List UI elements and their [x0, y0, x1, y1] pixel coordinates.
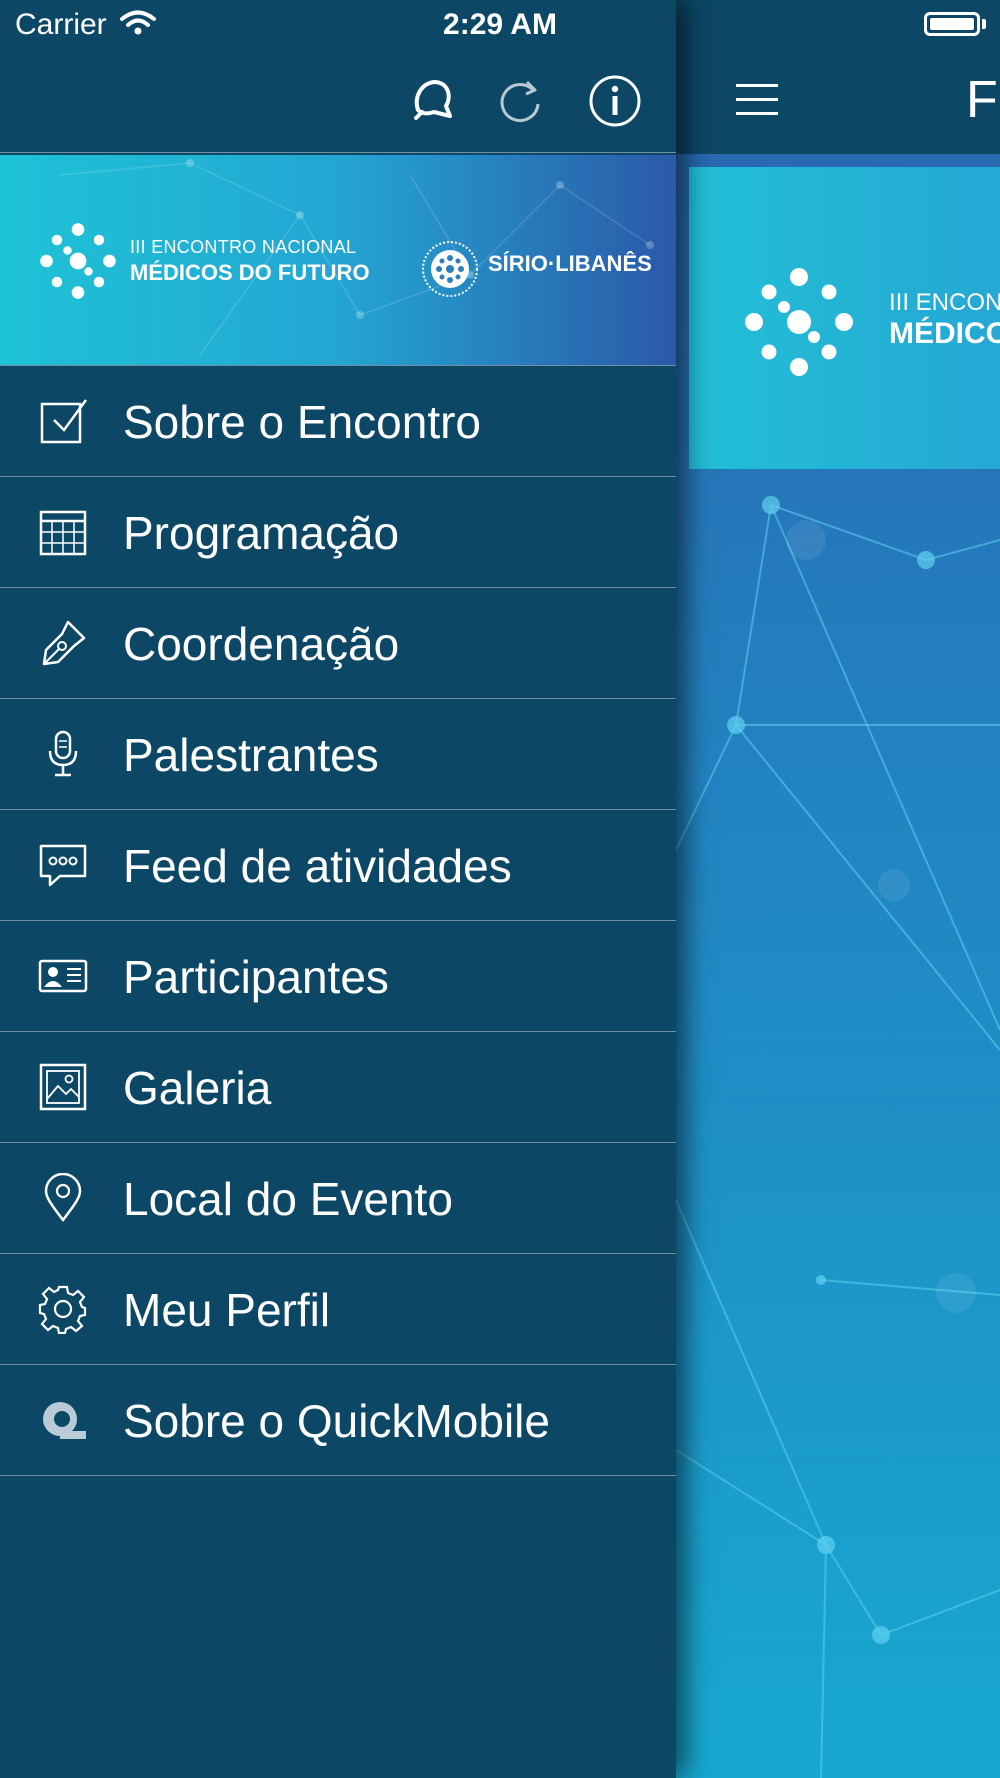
banner-line1: III ENCONTRO NACIONAL	[130, 237, 357, 257]
menu-item-palestrantes[interactable]: Palestrantes	[0, 699, 676, 810]
event-logo-icon	[745, 268, 853, 376]
drawer-menu: Sobre o Encontro Programação Coordenação…	[0, 366, 676, 1476]
menu-item-label: Sobre o Encontro	[123, 396, 482, 448]
side-drawer: III ENCONTRO NACIONAL MÉDICOS DO FUTURO …	[0, 0, 676, 1778]
menu-item-label: Local do Evento	[123, 1173, 453, 1225]
main-title: Fe	[966, 71, 1000, 129]
menu-item-galeria[interactable]: Galeria	[0, 1032, 676, 1143]
notification-bell-icon[interactable]	[404, 74, 458, 128]
checkbox-icon	[38, 396, 88, 446]
menu-item-label: Feed de atividades	[123, 840, 512, 892]
chat-bubble-icon	[38, 840, 88, 890]
menu-item-label: Participantes	[123, 951, 389, 1003]
info-icon[interactable]	[588, 74, 642, 128]
menu-item-label: Galeria	[123, 1062, 272, 1114]
drawer-toolbar	[0, 50, 676, 153]
menu-item-participantes[interactable]: Participantes	[0, 921, 676, 1032]
main-screen: Fe III ENCONTR MÉDICOS	[676, 0, 1000, 1778]
map-pin-icon	[38, 1172, 88, 1223]
menu-item-label: Meu Perfil	[123, 1284, 331, 1336]
hamburger-menu-icon[interactable]	[736, 84, 778, 116]
main-banner-line2: MÉDICOS	[889, 317, 1000, 350]
quickmobile-icon	[38, 1395, 88, 1445]
sirio-libanes-logo-icon	[422, 241, 478, 297]
main-banner-line1: III ENCONTR	[889, 289, 1000, 316]
refresh-icon[interactable]	[493, 74, 547, 128]
menu-item-label: Coordenação	[123, 618, 400, 670]
menu-item-sobre-o-quickmobile[interactable]: Sobre o QuickMobile	[0, 1365, 676, 1476]
menu-item-label: Programação	[123, 507, 400, 559]
main-event-banner[interactable]: III ENCONTR MÉDICOS	[689, 167, 1000, 469]
status-bar: Carrier 2:29 AM	[0, 0, 1000, 50]
menu-item-sobre-o-encontro[interactable]: Sobre o Encontro	[0, 366, 676, 477]
menu-item-coordenacao[interactable]: Coordenação	[0, 588, 676, 699]
battery-tip	[982, 19, 986, 29]
drawer-event-banner[interactable]: III ENCONTRO NACIONAL MÉDICOS DO FUTURO …	[0, 155, 676, 366]
menu-item-feed-de-atividades[interactable]: Feed de atividades	[0, 810, 676, 921]
menu-item-local-do-evento[interactable]: Local do Evento	[0, 1143, 676, 1254]
menu-item-programacao[interactable]: Programação	[0, 477, 676, 588]
sponsor-name: SÍRIO·LIBANÊS	[488, 251, 652, 276]
calendar-icon	[38, 507, 88, 557]
event-logo-icon	[40, 223, 116, 299]
menu-item-label: Palestrantes	[123, 729, 379, 781]
clock: 2:29 AM	[443, 8, 557, 41]
battery-icon	[924, 12, 980, 36]
gear-icon	[38, 1284, 88, 1335]
id-card-icon	[38, 951, 88, 1001]
pen-nib-icon	[38, 618, 88, 668]
banner-line2: MÉDICOS DO FUTURO	[130, 260, 370, 285]
menu-item-label: Sobre o QuickMobile	[123, 1395, 550, 1447]
menu-item-meu-perfil[interactable]: Meu Perfil	[0, 1254, 676, 1365]
microphone-icon	[38, 729, 88, 779]
image-icon	[38, 1062, 88, 1112]
